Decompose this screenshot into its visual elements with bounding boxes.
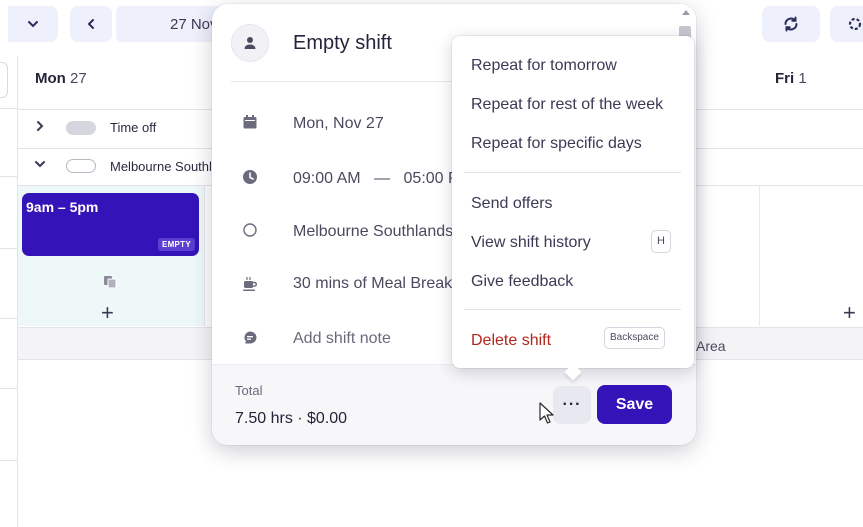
shift-note-input[interactable]: Add shift note — [293, 330, 391, 348]
calendar-icon — [240, 112, 260, 132]
menu-item-send-offers[interactable]: Send offers — [471, 195, 553, 213]
time-separator: — — [374, 170, 391, 187]
time-gutter — [0, 56, 18, 527]
person-icon — [244, 37, 256, 49]
clock-icon — [240, 167, 260, 187]
menu-item-give-feedback[interactable]: Give feedback — [471, 273, 573, 291]
refresh-button[interactable] — [762, 6, 820, 42]
refresh-icon — [784, 16, 798, 32]
weekday-label: Fri — [775, 70, 795, 87]
settings-button[interactable] — [830, 6, 863, 42]
chevron-left-icon — [87, 19, 94, 29]
menu-item-repeat-specific-days[interactable]: Repeat for specific days — [471, 135, 642, 153]
assignee-avatar[interactable] — [231, 24, 269, 62]
popover-title: Empty shift — [293, 32, 392, 54]
menu-item-repeat-week[interactable]: Repeat for rest of the week — [471, 96, 663, 114]
column-header-monday: Mon 27 — [35, 70, 87, 87]
popover-footer: Total 7.50 hrs · $0.00 ··· Save — [212, 364, 696, 445]
chevron-down-icon — [28, 21, 38, 28]
location-color-pill — [66, 159, 96, 173]
history-shortcut-key: H — [651, 230, 671, 253]
shift-time: 9am – 5pm — [26, 199, 99, 215]
column-header-friday: Fri 1 — [775, 70, 807, 87]
coffee-cup-icon — [240, 274, 260, 294]
total-label: Total — [235, 383, 263, 398]
add-shift-friday-icon[interactable]: + — [843, 302, 856, 324]
scroll-up-arrow-icon[interactable] — [682, 10, 690, 15]
chevron-right-icon — [37, 121, 44, 131]
menu-divider — [464, 309, 681, 310]
shift-location-field[interactable]: Melbourne Southlands — [293, 223, 453, 241]
menu-item-view-history[interactable]: View shift history — [471, 234, 591, 252]
shift-time-range: 09:00 AM — 05:00 PM — [293, 170, 472, 188]
shift-card[interactable]: 9am – 5pm EMPTY — [22, 193, 199, 256]
menu-item-repeat-tomorrow[interactable]: Repeat for tomorrow — [471, 57, 617, 75]
menu-divider — [464, 172, 681, 173]
location-collapse-toggle[interactable] — [34, 158, 46, 173]
date-range-button[interactable]: 27 Nov — [116, 6, 226, 42]
mouse-cursor-icon — [539, 402, 554, 424]
more-options-button[interactable]: ··· — [553, 386, 591, 424]
chevron-down-icon — [35, 161, 45, 168]
comment-icon — [240, 328, 260, 348]
day-number: 1 — [798, 70, 807, 87]
location-circle-icon — [240, 220, 260, 240]
gutter-stub — [0, 62, 8, 98]
start-time-field[interactable]: 09:00 AM — [293, 170, 361, 187]
save-button[interactable]: Save — [597, 385, 672, 424]
more-options-menu: Repeat for tomorrow Repeat for rest of t… — [452, 36, 694, 368]
total-value: 7.50 hrs · $0.00 — [235, 410, 348, 427]
delete-shortcut-key: Backspace — [604, 327, 665, 349]
copy-icon[interactable] — [103, 275, 117, 289]
menu-item-delete-shift[interactable]: Delete shift — [471, 332, 551, 350]
time-off-row-label: Time off — [110, 120, 157, 135]
location-row-label: Melbourne Southlands — [110, 159, 212, 174]
shift-date-field[interactable]: Mon, Nov 27 — [293, 115, 384, 133]
view-dropdown-button[interactable] — [8, 6, 58, 42]
add-shift-monday-icon[interactable]: + — [101, 302, 114, 324]
time-off-expand-toggle[interactable] — [34, 120, 46, 135]
day-number: 27 — [70, 70, 87, 87]
settings-icon — [848, 17, 862, 31]
previous-period-button[interactable] — [70, 6, 112, 42]
area-label: Area — [696, 338, 726, 354]
time-off-color-pill — [66, 121, 96, 135]
empty-badge: EMPTY — [157, 238, 195, 251]
shift-break-field[interactable]: 30 mins of Meal Break — [293, 275, 452, 293]
weekday-label: Mon — [35, 70, 66, 87]
